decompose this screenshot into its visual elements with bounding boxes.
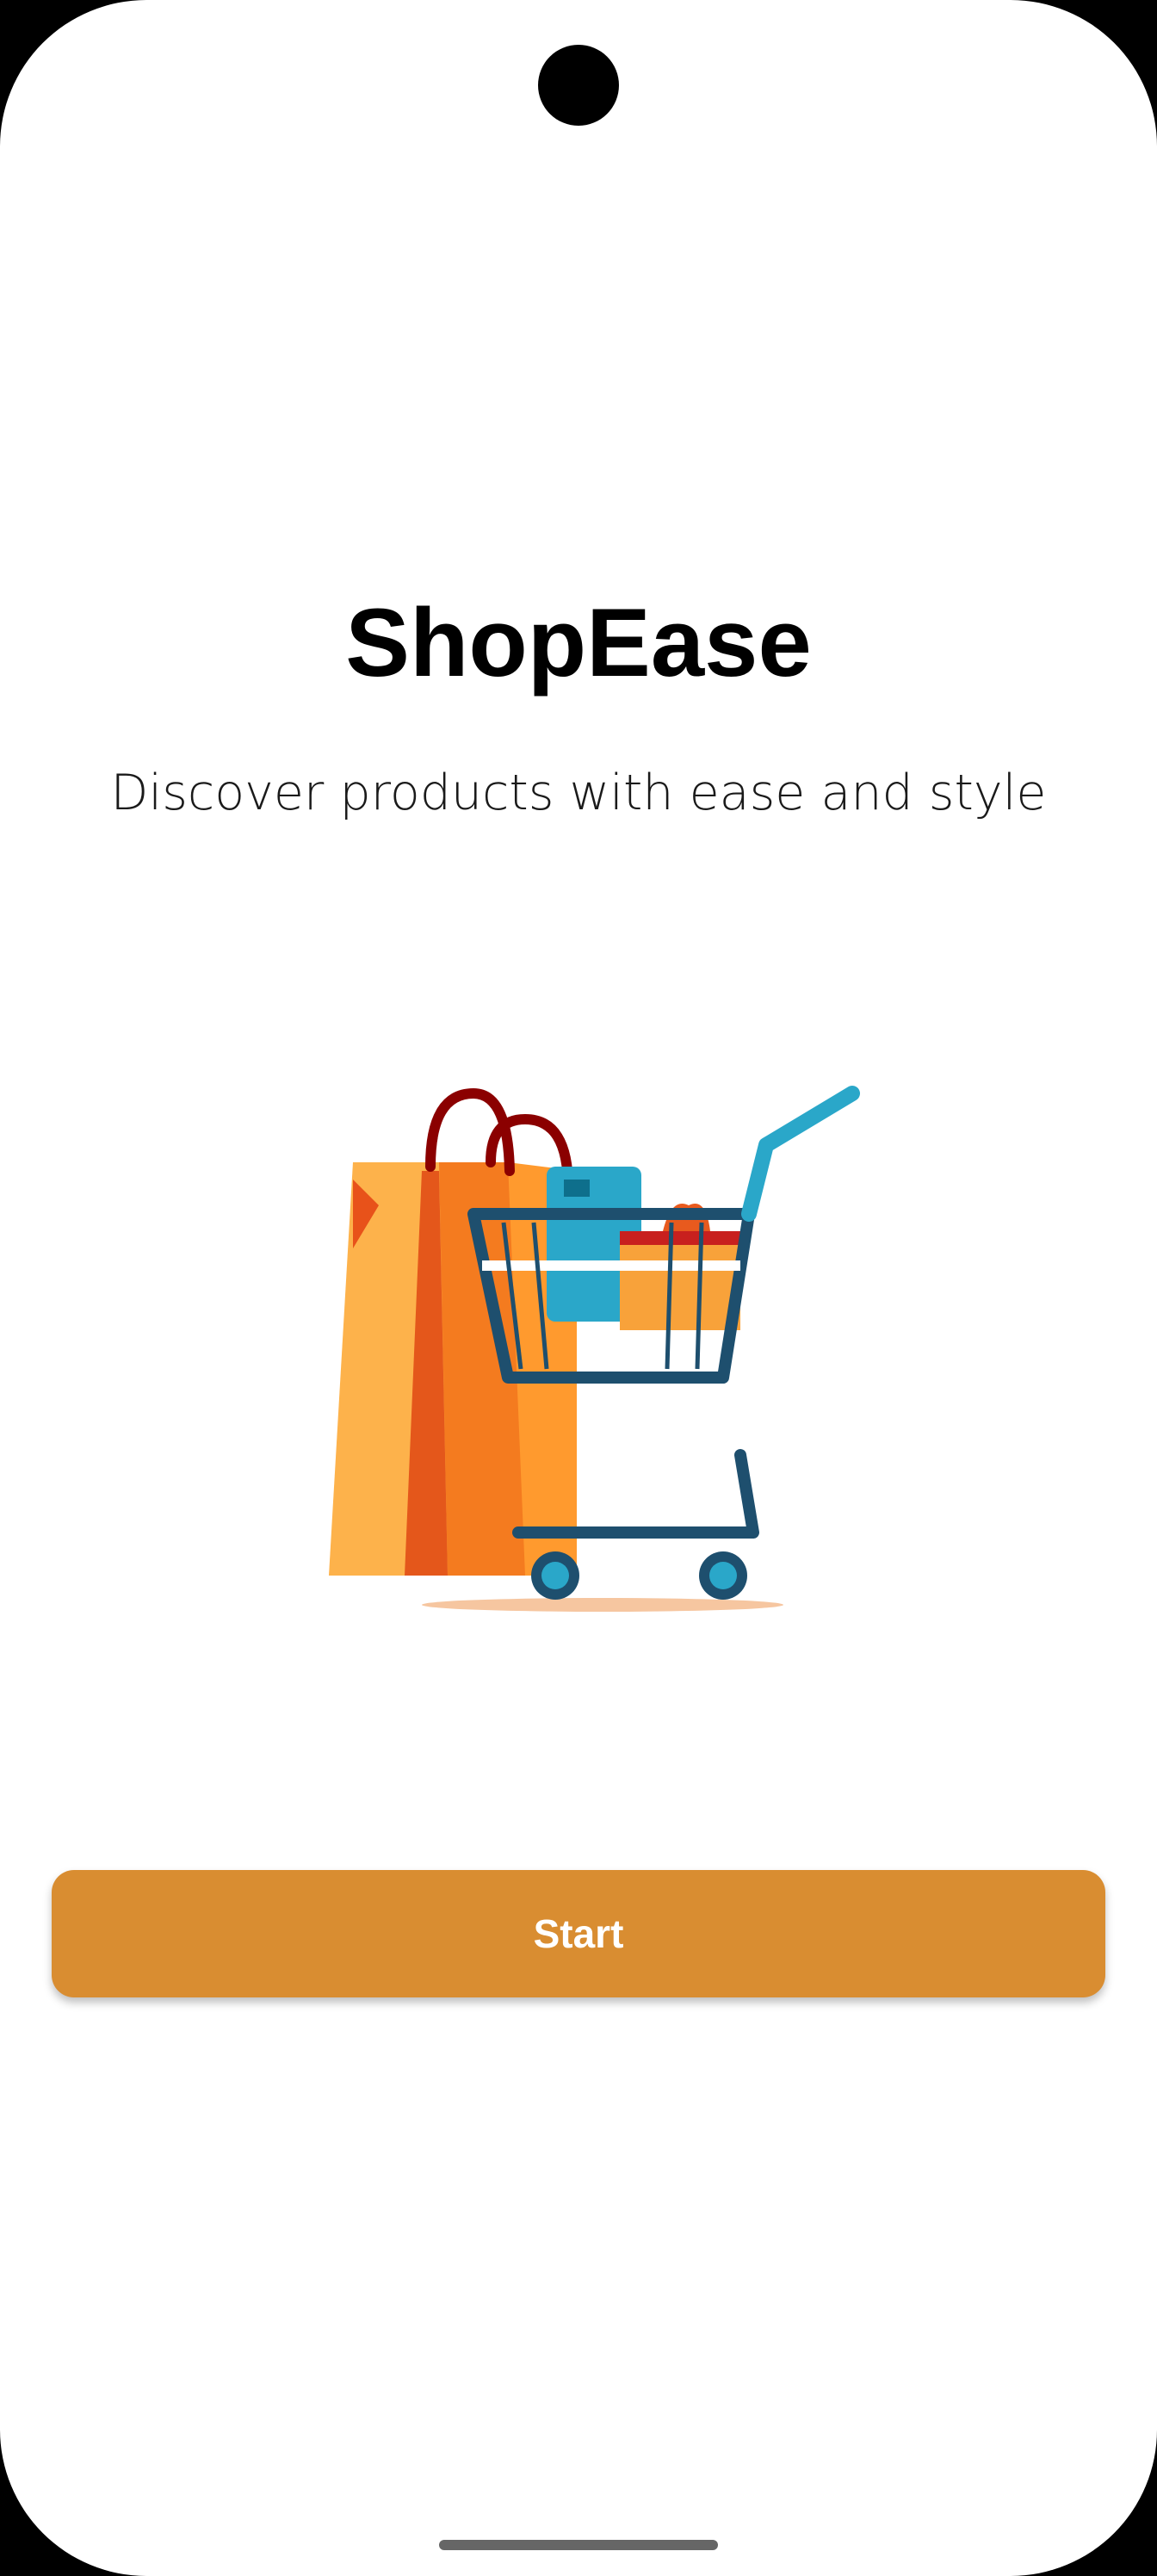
app-title: ShopEase [345,589,812,697]
screen: ShopEase Discover products with ease and… [0,0,1157,2576]
start-button[interactable]: Start [52,1870,1105,1997]
home-indicator[interactable] [439,2540,718,2550]
shopping-illustration-icon [329,1086,860,1612]
app-tagline: Discover products with ease and style [110,765,1047,821]
camera-cutout [538,45,619,126]
